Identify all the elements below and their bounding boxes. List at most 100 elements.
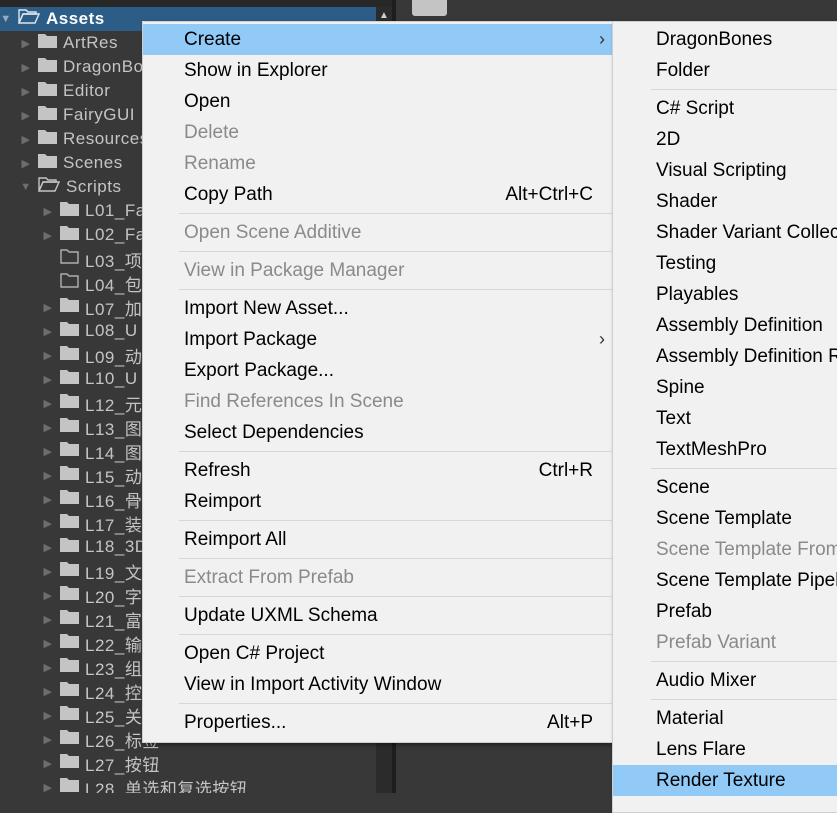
expand-arrow-icon[interactable]: ▶ xyxy=(42,517,54,530)
menu-item-label: Open Scene Additive xyxy=(184,221,362,243)
menu-item-refresh[interactable]: Refresh Ctrl+R xyxy=(143,455,613,486)
submenu-item-shader-variant-collection[interactable]: Shader Variant Collection xyxy=(613,217,837,248)
expand-arrow-icon[interactable]: ▶ xyxy=(42,493,54,506)
expand-arrow-icon[interactable]: ▶ xyxy=(42,757,54,770)
submenu-item-scene[interactable]: Scene xyxy=(613,472,837,503)
menu-item-extract-from-prefab[interactable]: Extract From Prefab xyxy=(143,562,613,593)
submenu-item-c-script[interactable]: C# Script xyxy=(613,93,837,124)
menu-item-view-in-import-activity-window[interactable]: View in Import Activity Window xyxy=(143,669,613,700)
menu-separator xyxy=(651,699,837,700)
menu-item-label: Show in Explorer xyxy=(184,59,328,81)
menu-item-reimport-all[interactable]: Reimport All xyxy=(143,524,613,555)
submenu-item-playables[interactable]: Playables xyxy=(613,279,837,310)
submenu-item-prefab[interactable]: Prefab xyxy=(613,596,837,627)
expand-arrow-icon[interactable]: ▶ xyxy=(20,109,32,122)
menu-item-label: Export Package... xyxy=(184,359,334,381)
menu-item-rename[interactable]: Rename xyxy=(143,148,613,179)
expand-arrow-icon[interactable]: ▶ xyxy=(42,205,54,218)
menu-item-find-references-in-scene[interactable]: Find References In Scene xyxy=(143,386,613,417)
toolbar-button[interactable] xyxy=(412,0,447,16)
submenu-item-spine[interactable]: Spine xyxy=(613,372,837,403)
expand-arrow-icon[interactable]: ▶ xyxy=(42,565,54,578)
menu-item-label: Shader Variant Collection xyxy=(656,221,837,243)
submenu-item-2d[interactable]: 2D xyxy=(613,124,837,155)
expand-arrow-icon[interactable]: ▶ xyxy=(42,541,54,554)
submenu-item-visual-scripting[interactable]: Visual Scripting xyxy=(613,155,837,186)
expand-arrow-icon[interactable]: ▶ xyxy=(42,709,54,722)
tree-item-label: L08_U xyxy=(85,321,138,340)
expand-arrow-icon[interactable]: ▶ xyxy=(42,685,54,698)
submenu-item-assembly-definition-reference[interactable]: Assembly Definition Reference xyxy=(613,341,837,372)
expand-arrow-icon[interactable]: ▶ xyxy=(20,61,32,74)
expand-arrow-icon[interactable]: ▶ xyxy=(20,133,32,146)
expand-arrow-icon[interactable]: ▶ xyxy=(42,325,54,338)
menu-item-delete[interactable]: Delete xyxy=(143,117,613,148)
menu-item-select-dependencies[interactable]: Select Dependencies xyxy=(143,417,613,448)
menu-item-open-scene-additive[interactable]: Open Scene Additive xyxy=(143,217,613,248)
tree-item-label: L15_动 xyxy=(85,467,143,487)
folder-icon xyxy=(60,681,79,701)
submenu-item-scene-template[interactable]: Scene Template xyxy=(613,503,837,534)
menu-item-shortcut: Alt+P xyxy=(547,711,593,733)
menu-item-label: Select Dependencies xyxy=(184,421,364,443)
menu-item-properties[interactable]: Properties... Alt+P xyxy=(143,707,613,738)
menu-item-create[interactable]: Create › xyxy=(143,24,613,55)
submenu-item-material[interactable]: Material xyxy=(613,703,837,734)
submenu-item-textmeshpro[interactable]: TextMeshPro xyxy=(613,434,837,465)
folder-icon xyxy=(60,489,79,509)
menu-separator xyxy=(179,213,613,214)
menu-item-show-in-explorer[interactable]: Show in Explorer xyxy=(143,55,613,86)
menu-item-import-new-asset[interactable]: Import New Asset... xyxy=(143,293,613,324)
submenu-item-scene-template-from-scene[interactable]: Scene Template From Scene xyxy=(613,534,837,565)
expand-arrow-icon[interactable]: ▶ xyxy=(42,229,54,242)
submenu-item-assembly-definition[interactable]: Assembly Definition xyxy=(613,310,837,341)
menu-item-label: Update UXML Schema xyxy=(184,604,378,626)
expand-arrow-icon[interactable]: ▶ xyxy=(20,37,32,50)
submenu-item-lens-flare[interactable]: Lens Flare xyxy=(613,734,837,765)
menu-item-update-uxml-schema[interactable]: Update UXML Schema xyxy=(143,600,613,631)
menu-item-export-package[interactable]: Export Package... xyxy=(143,355,613,386)
submenu-item-testing[interactable]: Testing xyxy=(613,248,837,279)
submenu-item-dragonbones[interactable]: DragonBones xyxy=(613,24,837,55)
submenu-item-prefab-variant[interactable]: Prefab Variant xyxy=(613,627,837,658)
menu-item-shortcut: Alt+Ctrl+C xyxy=(505,183,593,205)
expand-arrow-icon[interactable]: ▶ xyxy=(42,469,54,482)
menu-separator xyxy=(651,468,837,469)
submenu-item-folder[interactable]: Folder xyxy=(613,55,837,86)
menu-item-open-c-project[interactable]: Open C# Project xyxy=(143,638,613,669)
expand-arrow-icon[interactable]: ▶ xyxy=(42,613,54,626)
submenu-item-shader[interactable]: Shader xyxy=(613,186,837,217)
submenu-item-render-texture[interactable]: Render Texture xyxy=(613,765,837,796)
expand-arrow-icon[interactable]: ▶ xyxy=(20,157,32,170)
menu-item-reimport[interactable]: Reimport xyxy=(143,486,613,517)
tree-item[interactable]: ▶ L28_单选和复选按钮 xyxy=(0,775,376,793)
tree-item-label: Resources xyxy=(63,129,149,148)
tree-item-label: L14_图 xyxy=(85,443,143,463)
expand-arrow-icon[interactable]: ▶ xyxy=(42,637,54,650)
menu-item-label: Scene Template xyxy=(656,507,792,529)
expand-arrow-icon[interactable]: ▶ xyxy=(42,421,54,434)
folder-icon xyxy=(60,633,79,653)
expand-arrow-icon[interactable]: ▶ xyxy=(42,661,54,674)
tree-item-label: L25_关 xyxy=(85,707,143,727)
expand-arrow-icon[interactable]: ▶ xyxy=(42,781,54,794)
submenu-item-audio-mixer[interactable]: Audio Mixer xyxy=(613,665,837,696)
menu-item-copy-path[interactable]: Copy Path Alt+Ctrl+C xyxy=(143,179,613,210)
menu-item-import-package[interactable]: Import Package › xyxy=(143,324,613,355)
expand-arrow-icon[interactable]: ▶ xyxy=(42,733,54,746)
submenu-item-text[interactable]: Text xyxy=(613,403,837,434)
expand-arrow-icon[interactable]: ▼ xyxy=(0,13,12,25)
tree-item[interactable]: ▶ L27_按钮 xyxy=(0,751,376,775)
expand-arrow-icon[interactable]: ▶ xyxy=(42,373,54,386)
submenu-item-scene-template-pipeline[interactable]: Scene Template Pipeline xyxy=(613,565,837,596)
expand-arrow-icon[interactable]: ▶ xyxy=(42,589,54,602)
expand-arrow-icon[interactable]: ▶ xyxy=(42,349,54,362)
collapse-arrow-icon[interactable]: ▼ xyxy=(20,181,32,193)
menu-item-label: Open xyxy=(184,90,231,112)
menu-item-open[interactable]: Open xyxy=(143,86,613,117)
menu-item-view-in-package-manager[interactable]: View in Package Manager xyxy=(143,255,613,286)
expand-arrow-icon[interactable]: ▶ xyxy=(42,397,54,410)
expand-arrow-icon[interactable]: ▶ xyxy=(42,301,54,314)
expand-arrow-icon[interactable]: ▶ xyxy=(42,445,54,458)
expand-arrow-icon[interactable]: ▶ xyxy=(20,85,32,98)
